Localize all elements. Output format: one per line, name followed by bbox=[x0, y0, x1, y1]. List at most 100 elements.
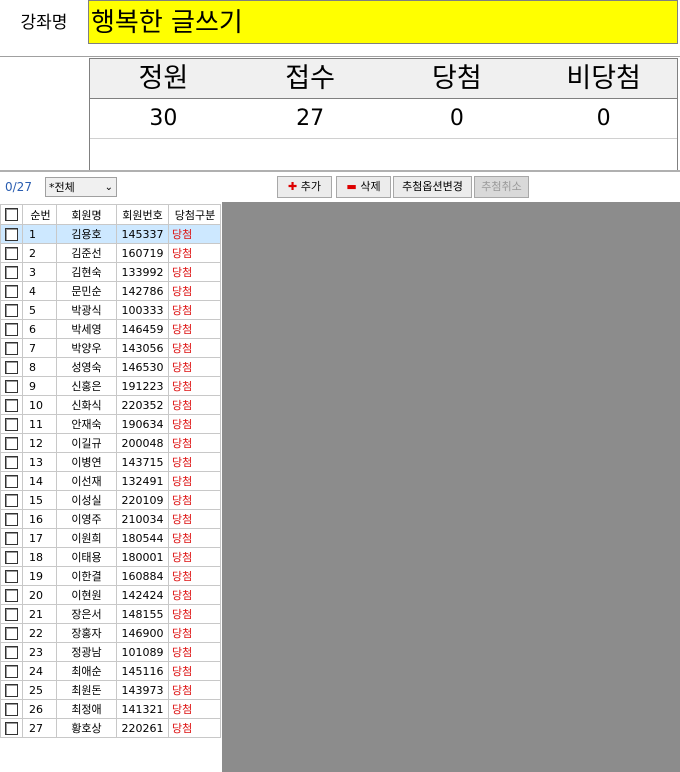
row-checkbox[interactable] bbox=[0, 243, 23, 263]
table-row[interactable]: 3 김현숙 133992 당첨 bbox=[0, 262, 221, 282]
checkbox-icon bbox=[5, 512, 18, 526]
table-row[interactable]: 9 신홍은 191223 당첨 bbox=[0, 376, 221, 396]
table-row[interactable]: 10 신화식 220352 당첨 bbox=[0, 395, 221, 415]
checkbox-icon bbox=[5, 265, 18, 279]
table-row[interactable]: 12 이길규 200048 당첨 bbox=[0, 433, 221, 453]
cell-code: 210034 bbox=[116, 509, 169, 529]
row-checkbox[interactable] bbox=[0, 300, 23, 320]
table-row[interactable]: 23 정광남 101089 당첨 bbox=[0, 642, 221, 662]
row-checkbox[interactable] bbox=[0, 661, 23, 681]
table-row[interactable]: 27 황호상 220261 당첨 bbox=[0, 718, 221, 738]
table-row[interactable]: 17 이원희 180544 당첨 bbox=[0, 528, 221, 548]
row-checkbox[interactable] bbox=[0, 699, 23, 719]
stats-header-not-won: 비당첨 bbox=[566, 63, 641, 94]
table-row[interactable]: 18 이태용 180001 당첨 bbox=[0, 547, 221, 567]
table-row[interactable]: 25 최원돈 143973 당첨 bbox=[0, 680, 221, 700]
cell-code: 190634 bbox=[116, 414, 169, 434]
row-checkbox[interactable] bbox=[0, 262, 23, 282]
cell-num: 23 bbox=[22, 642, 57, 662]
checkbox-icon bbox=[5, 721, 18, 735]
checkbox-icon bbox=[5, 360, 18, 374]
cell-name: 정광남 bbox=[56, 642, 117, 662]
table-row[interactable]: 13 이병연 143715 당첨 bbox=[0, 452, 221, 472]
row-checkbox[interactable] bbox=[0, 528, 23, 548]
table-row[interactable]: 19 이한결 160884 당첨 bbox=[0, 566, 221, 586]
row-checkbox[interactable] bbox=[0, 338, 23, 358]
row-checkbox[interactable] bbox=[0, 585, 23, 605]
cell-code: 200048 bbox=[116, 433, 169, 453]
row-checkbox[interactable] bbox=[0, 376, 23, 396]
table-row[interactable]: 14 이선재 132491 당첨 bbox=[0, 471, 221, 491]
table-row[interactable]: 8 성영숙 146530 당첨 bbox=[0, 357, 221, 377]
delete-button[interactable]: ▬ 삭제 bbox=[336, 176, 391, 198]
cell-num: 15 bbox=[22, 490, 57, 510]
table-row[interactable]: 16 이영주 210034 당첨 bbox=[0, 509, 221, 529]
row-checkbox[interactable] bbox=[0, 604, 23, 624]
col-header-num[interactable]: 순번 bbox=[22, 204, 57, 225]
cell-name: 최원돈 bbox=[56, 680, 117, 700]
toolbar: 0/27 *전체 ⌄ ✚ 추가 ▬ 삭제 추첨옵션변경 추첨취소 bbox=[0, 174, 680, 202]
table-row[interactable]: 22 장홍자 146900 당첨 bbox=[0, 623, 221, 643]
cell-num: 1 bbox=[22, 224, 57, 244]
stats-value-won: 0 bbox=[449, 106, 464, 131]
row-checkbox[interactable] bbox=[0, 642, 23, 662]
cell-name: 박세영 bbox=[56, 319, 117, 339]
row-checkbox[interactable] bbox=[0, 414, 23, 434]
table-row[interactable]: 11 안재숙 190634 당첨 bbox=[0, 414, 221, 434]
checkbox-icon bbox=[5, 227, 18, 241]
cell-name: 이성실 bbox=[56, 490, 117, 510]
selection-count: 0/27 bbox=[5, 180, 32, 194]
cell-code: 143973 bbox=[116, 680, 169, 700]
row-checkbox[interactable] bbox=[0, 224, 23, 244]
row-checkbox[interactable] bbox=[0, 680, 23, 700]
row-checkbox[interactable] bbox=[0, 471, 23, 491]
cell-name: 이태용 bbox=[56, 547, 117, 567]
col-header-name[interactable]: 회원명 bbox=[56, 204, 117, 225]
row-checkbox[interactable] bbox=[0, 718, 23, 738]
row-checkbox[interactable] bbox=[0, 357, 23, 377]
divider bbox=[0, 56, 680, 57]
cell-code: 132491 bbox=[116, 471, 169, 491]
col-header-code[interactable]: 회원번호 bbox=[116, 204, 169, 225]
table-row[interactable]: 15 이성실 220109 당첨 bbox=[0, 490, 221, 510]
table-row[interactable]: 26 최정애 141321 당첨 bbox=[0, 699, 221, 719]
cell-status: 당첨 bbox=[168, 338, 221, 358]
col-header-status[interactable]: 당첨구분 bbox=[168, 204, 221, 225]
row-checkbox[interactable] bbox=[0, 452, 23, 472]
table-row[interactable]: 1 김용호 145337 당첨 bbox=[0, 224, 221, 244]
change-draw-options-button[interactable]: 추첨옵션변경 bbox=[393, 176, 472, 198]
cell-code: 141321 bbox=[116, 699, 169, 719]
cancel-draw-button[interactable]: 추첨취소 bbox=[474, 176, 529, 198]
table-row[interactable]: 2 김준선 160719 당첨 bbox=[0, 243, 221, 263]
cell-status: 당첨 bbox=[168, 680, 221, 700]
cell-status: 당첨 bbox=[168, 528, 221, 548]
row-checkbox[interactable] bbox=[0, 566, 23, 586]
cell-name: 이원희 bbox=[56, 528, 117, 548]
course-name-field[interactable]: 행복한 글쓰기 bbox=[88, 0, 678, 44]
stats-header-applied: 접수 bbox=[285, 63, 335, 94]
add-button[interactable]: ✚ 추가 bbox=[277, 176, 332, 198]
cell-num: 20 bbox=[22, 585, 57, 605]
row-checkbox[interactable] bbox=[0, 547, 23, 567]
table-row[interactable]: 5 박광식 100333 당첨 bbox=[0, 300, 221, 320]
row-checkbox[interactable] bbox=[0, 281, 23, 301]
select-all-checkbox[interactable] bbox=[0, 204, 23, 225]
checkbox-icon bbox=[5, 683, 18, 697]
table-row[interactable]: 7 박양우 143056 당첨 bbox=[0, 338, 221, 358]
table-row[interactable]: 20 이현원 142424 당첨 bbox=[0, 585, 221, 605]
row-checkbox[interactable] bbox=[0, 623, 23, 643]
table-row[interactable]: 4 문민순 142786 당첨 bbox=[0, 281, 221, 301]
row-checkbox[interactable] bbox=[0, 395, 23, 415]
table-row[interactable]: 21 장은서 148155 당첨 bbox=[0, 604, 221, 624]
cell-code: 146900 bbox=[116, 623, 169, 643]
row-checkbox[interactable] bbox=[0, 433, 23, 453]
cell-name: 황호상 bbox=[56, 718, 117, 738]
row-checkbox[interactable] bbox=[0, 509, 23, 529]
table-row[interactable]: 24 최애순 145116 당첨 bbox=[0, 661, 221, 681]
cell-num: 27 bbox=[22, 718, 57, 738]
table-row[interactable]: 6 박세영 146459 당첨 bbox=[0, 319, 221, 339]
member-grid: 순번 회원명 회원번호 당첨구분 1 김용호 145337 당첨 2 김준선 160719 당… bbox=[0, 204, 222, 738]
row-checkbox[interactable] bbox=[0, 490, 23, 510]
filter-select[interactable]: *전체 ⌄ bbox=[45, 177, 117, 197]
row-checkbox[interactable] bbox=[0, 319, 23, 339]
